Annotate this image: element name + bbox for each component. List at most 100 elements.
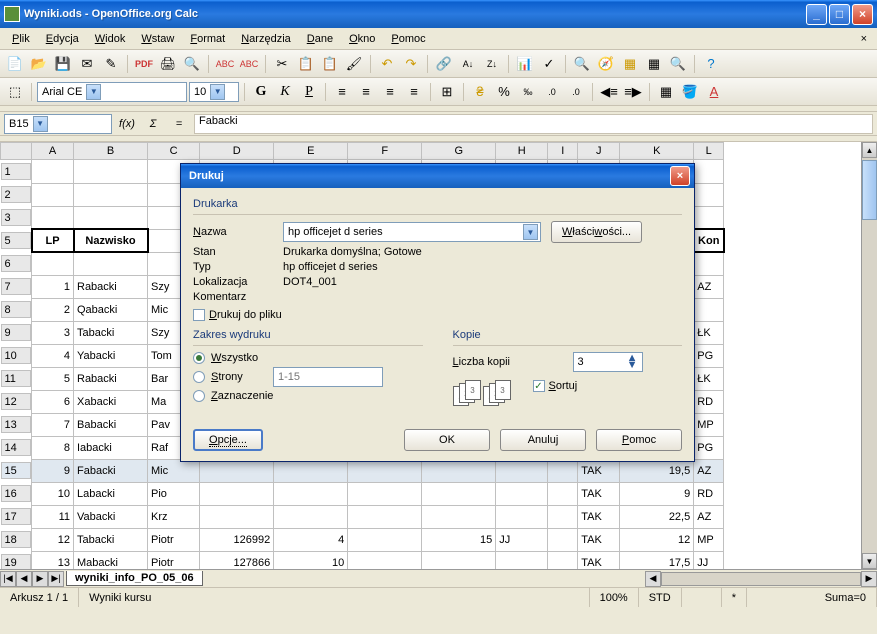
cut-icon[interactable]: ✂ (271, 53, 293, 75)
cell[interactable] (74, 206, 148, 229)
col-header[interactable]: H (496, 143, 548, 160)
cell[interactable]: JJ (496, 528, 548, 551)
printer-properties-button[interactable]: Właściwości... (551, 221, 642, 243)
status-sum[interactable]: Suma=0 (747, 588, 877, 607)
cell[interactable] (694, 183, 724, 206)
row-header[interactable]: 6 (1, 255, 31, 272)
col-header[interactable]: B (74, 143, 148, 160)
cell[interactable]: 13 (32, 551, 74, 569)
cell[interactable]: 17,5 (620, 551, 694, 569)
row-header[interactable]: 18 (1, 531, 31, 548)
cell[interactable] (348, 482, 422, 505)
paste-icon[interactable]: 📋 (319, 53, 341, 75)
cell[interactable]: MP (694, 528, 724, 551)
save-icon[interactable]: 💾 (52, 53, 74, 75)
collate-checkbox[interactable]: ✓ (533, 380, 545, 392)
cell[interactable]: Rabacki (74, 275, 148, 298)
cell[interactable]: Piotr (148, 528, 200, 551)
cell[interactable]: AZ (694, 505, 724, 528)
cell[interactable] (348, 459, 422, 482)
cell[interactable] (74, 252, 148, 275)
merge-icon[interactable]: ⊞ (436, 81, 458, 103)
find-icon[interactable]: 🔍 (571, 53, 593, 75)
redo-icon[interactable]: ↷ (400, 53, 422, 75)
cell[interactable] (422, 505, 496, 528)
cell[interactable]: 9 (32, 459, 74, 482)
cell[interactable]: TAK (578, 528, 620, 551)
cell[interactable]: 15 (422, 528, 496, 551)
cell[interactable]: JJ (694, 551, 724, 569)
cell[interactable]: AZ (694, 459, 724, 482)
help-icon[interactable]: ? (700, 53, 722, 75)
cell[interactable] (32, 160, 74, 184)
cell[interactable]: AZ (694, 275, 724, 298)
cell[interactable]: Mic (148, 459, 200, 482)
cell[interactable]: Babacki (74, 413, 148, 436)
cell-reference-box[interactable]: B15▼ (4, 114, 112, 134)
edit-icon[interactable]: ✎ (100, 53, 122, 75)
cell[interactable]: 127866 (200, 551, 274, 569)
open-icon[interactable]: 📂 (28, 53, 50, 75)
cell[interactable]: 10 (274, 551, 348, 569)
navigator-icon[interactable]: 🧭 (595, 53, 617, 75)
tab-prev-icon[interactable]: ◀ (16, 571, 32, 587)
cell[interactable]: 5 (32, 367, 74, 390)
cell[interactable] (548, 551, 578, 569)
cell[interactable]: Tabacki (74, 321, 148, 344)
cell[interactable] (200, 505, 274, 528)
col-header[interactable]: D (200, 143, 274, 160)
menu-widok[interactable]: Widok (87, 31, 134, 47)
formula-input[interactable]: Fabacki (194, 114, 873, 134)
number-icon[interactable]: ‰ (517, 81, 539, 103)
tab-next-icon[interactable]: ▶ (32, 571, 48, 587)
print-to-file-checkbox[interactable] (193, 309, 205, 321)
row-header[interactable]: 13 (1, 416, 31, 433)
cell[interactable] (422, 459, 496, 482)
cell[interactable]: LP (32, 229, 74, 252)
cell[interactable] (200, 482, 274, 505)
cell[interactable]: RD (694, 482, 724, 505)
align-justify-icon[interactable]: ≡ (403, 81, 425, 103)
cell[interactable] (274, 459, 348, 482)
underline-icon[interactable]: P (298, 81, 320, 103)
cell[interactable] (348, 528, 422, 551)
cell[interactable]: Fabacki (74, 459, 148, 482)
cell[interactable]: ŁK (694, 321, 724, 344)
row-header[interactable]: 15 (1, 462, 31, 479)
cell[interactable] (274, 482, 348, 505)
cell[interactable]: 8 (32, 436, 74, 459)
cell[interactable]: Rabacki (74, 367, 148, 390)
col-header[interactable]: F (348, 143, 422, 160)
print-icon[interactable]: 🖨 (157, 53, 179, 75)
cell[interactable] (496, 459, 548, 482)
row-header[interactable]: 3 (1, 209, 31, 226)
align-left-icon[interactable]: ≡ (331, 81, 353, 103)
font-name-combo[interactable]: Arial CE▼ (37, 82, 187, 102)
cell[interactable]: Xabacki (74, 390, 148, 413)
status-mode[interactable]: STD (639, 588, 682, 607)
cell[interactable]: 19,5 (620, 459, 694, 482)
row-header[interactable]: 19 (1, 554, 31, 569)
help-button[interactable]: Pomoc (596, 429, 682, 451)
cell[interactable]: 9 (620, 482, 694, 505)
align-center-icon[interactable]: ≡ (355, 81, 377, 103)
copy-icon[interactable]: 📋 (295, 53, 317, 75)
sort-asc-icon[interactable]: A↓ (457, 53, 479, 75)
col-header[interactable]: I (548, 143, 578, 160)
format-paint-icon[interactable]: 🖌 (343, 53, 365, 75)
col-header[interactable]: E (274, 143, 348, 160)
cell[interactable]: 12 (32, 528, 74, 551)
col-header[interactable]: J (578, 143, 620, 160)
tab-first-icon[interactable]: |◀ (0, 571, 16, 587)
menu-wstaw[interactable]: Wstaw (133, 31, 182, 47)
cell[interactable]: MP (694, 413, 724, 436)
pdf-icon[interactable]: PDF (133, 53, 155, 75)
currency-icon[interactable]: ₴ (469, 81, 491, 103)
cell[interactable]: TAK (578, 459, 620, 482)
nav-icon[interactable]: ✓ (538, 53, 560, 75)
cell[interactable]: Tabacki (74, 528, 148, 551)
cell[interactable] (548, 505, 578, 528)
cell[interactable]: Pio (148, 482, 200, 505)
window-close-button[interactable]: × (852, 4, 873, 25)
row-header[interactable]: 1 (1, 163, 31, 180)
